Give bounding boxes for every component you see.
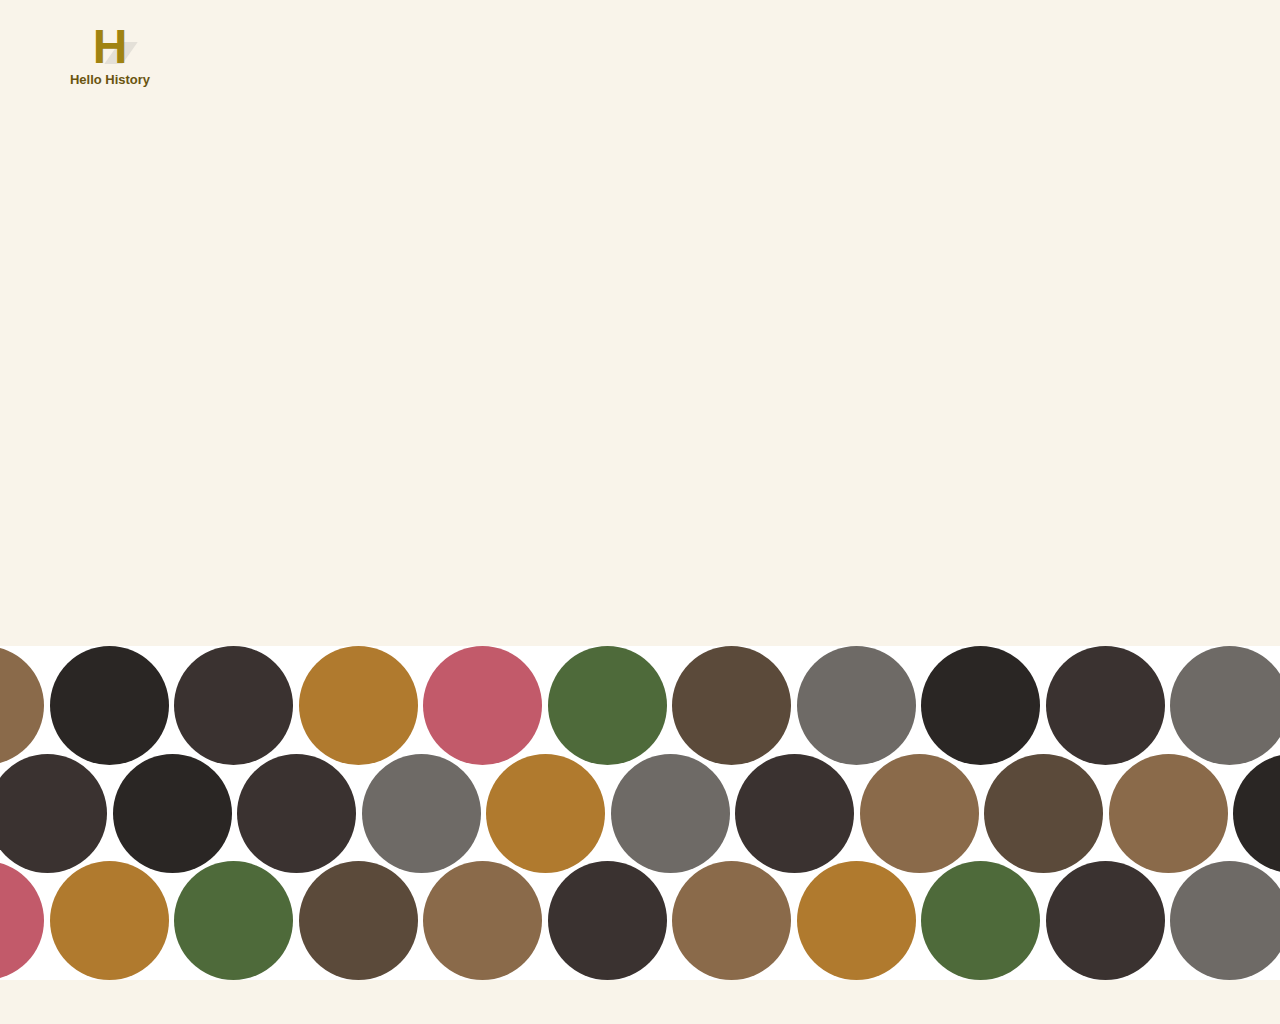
logo-letter: H [82,24,138,70]
portrait[interactable] [113,754,232,873]
portrait-row [0,861,1280,980]
portrait[interactable] [797,861,916,980]
portrait[interactable] [672,646,791,765]
portrait[interactable] [548,646,667,765]
portrait[interactable] [486,754,605,873]
portrait[interactable] [237,754,356,873]
portrait[interactable] [672,861,791,980]
logo-name: Hello History [70,72,150,87]
portrait[interactable] [1170,646,1280,765]
portrait[interactable] [423,646,542,765]
portrait[interactable] [860,754,979,873]
portrait[interactable] [1046,861,1165,980]
portrait[interactable] [0,861,44,980]
header: H Hello History [0,0,1280,646]
portrait[interactable] [611,754,730,873]
portrait[interactable] [299,861,418,980]
portrait[interactable] [299,646,418,765]
portrait[interactable] [984,754,1103,873]
portrait[interactable] [50,861,169,980]
logo[interactable]: H Hello History [66,24,154,87]
portrait[interactable] [0,754,107,873]
landing-page: H Hello History [0,0,1280,1024]
logo-mark: H [82,24,138,70]
portrait-row [0,754,1280,873]
portrait[interactable] [0,646,44,765]
portrait[interactable] [797,646,916,765]
portrait[interactable] [921,646,1040,765]
portrait[interactable] [174,646,293,765]
portrait[interactable] [1170,861,1280,980]
portrait[interactable] [362,754,481,873]
portrait[interactable] [50,646,169,765]
portrait[interactable] [921,861,1040,980]
portrait[interactable] [735,754,854,873]
portrait[interactable] [1233,754,1280,873]
portrait[interactable] [548,861,667,980]
portrait[interactable] [1109,754,1228,873]
portrait[interactable] [423,861,542,980]
portrait[interactable] [1046,646,1165,765]
portrait-strip [0,646,1280,980]
portrait-row [0,646,1280,765]
portrait[interactable] [174,861,293,980]
